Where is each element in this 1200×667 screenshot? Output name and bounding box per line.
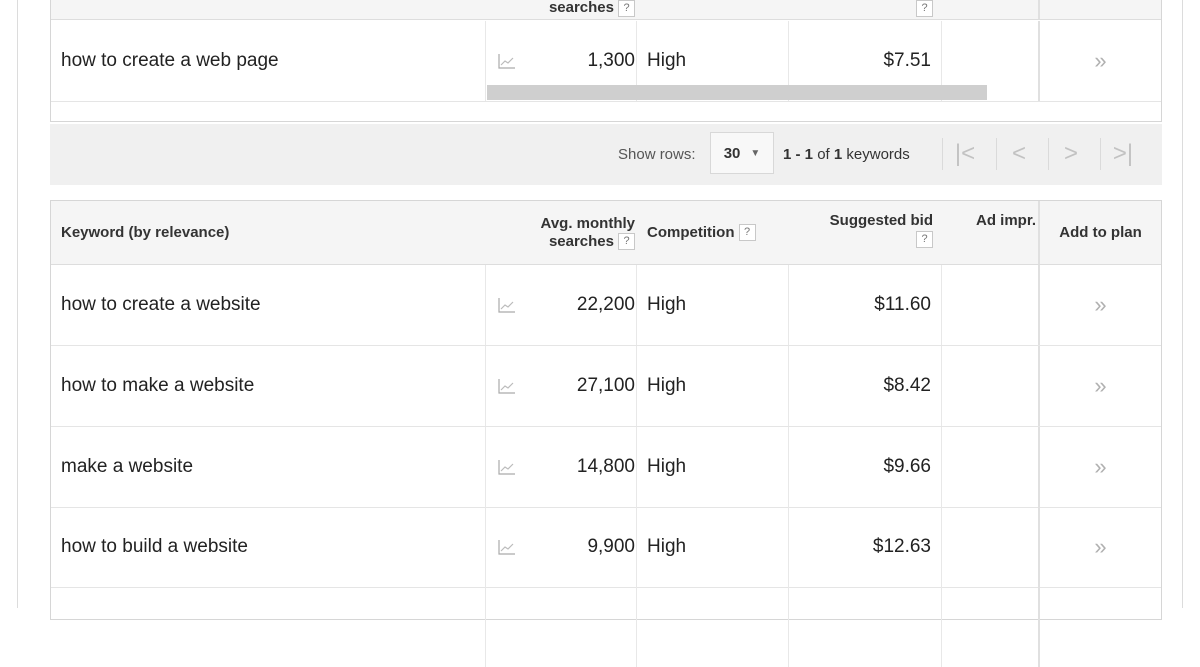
competition-cell [636,587,788,667]
top-header-volume-label: searches [548,0,614,16]
add-to-plan-button[interactable]: » [1038,346,1161,426]
top-header-bid: ? [788,0,941,19]
help-icon[interactable]: ? [618,0,635,17]
header-competition-label: Competition [647,224,735,241]
prev-page-button[interactable]: < [996,138,1041,170]
top-table-header: searches ? ? [51,0,1161,20]
keyword-cell: how to create a website [61,294,261,315]
range-suffix: keywords [846,146,910,163]
table-row[interactable]: how to build a website 9,900 High $12.63… [51,507,1161,588]
add-to-plan-button[interactable]: » [1038,427,1161,507]
help-icon[interactable]: ? [618,233,635,251]
competition-cell: High [636,507,788,587]
next-page-button[interactable]: > [1048,138,1093,170]
add-to-plan-button[interactable]: » [1038,265,1161,345]
range-total: 1 [833,146,843,163]
last-page-button[interactable]: >| [1100,138,1145,170]
chevron-left-icon: < [1011,140,1026,167]
chevron-right-icon: > [1063,140,1078,167]
keyword-cell: how to make a website [61,375,255,396]
keyword-ideas-table: Keyword (by relevance) Avg. monthly sear… [50,200,1162,667]
volume-cell: 14,800 [576,456,635,477]
header-ad-impr[interactable]: Ad impr. [941,201,1038,264]
ad-impr-cell [941,507,1038,587]
table-row[interactable]: how to create a website 22,200 High $11.… [51,265,1161,346]
table-row[interactable] [51,587,1161,667]
top-keyword-table: searches ? ? how to create a web page 1,… [50,0,1162,122]
help-icon[interactable]: ? [916,230,933,248]
chevron-down-icon: ▼ [750,147,761,159]
add-to-plan-cell [1038,587,1161,667]
bid-cell: $11.60 [788,265,941,345]
range-of: of [817,146,830,163]
keyword-cell: how to create a web page [61,50,279,71]
range-start-end: 1 - 1 [783,146,814,163]
competition-cell: High [636,427,788,507]
header-bid-label: Suggested bid [829,212,933,229]
first-page-button[interactable]: |< [942,138,987,170]
competition-cell: High [636,346,788,426]
table-header: Keyword (by relevance) Avg. monthly sear… [51,201,1161,265]
add-to-plan-button[interactable]: » [1038,507,1161,587]
volume-cell: 22,200 [576,294,635,315]
table-row[interactable]: make a website 14,800 High $9.66 » [51,427,1161,508]
bid-cell [788,587,941,667]
top-header-volume[interactable]: searches ? [485,0,635,19]
keyword-cell: make a website [61,456,194,477]
header-add-to-plan: Add to plan [1038,201,1161,264]
competition-cell: High [636,265,788,345]
ad-impr-cell [941,265,1038,345]
header-competition[interactable]: Competition ? [647,201,756,264]
keyword-cell: how to build a website [61,536,248,557]
header-suggested-bid[interactable]: Suggested bid ? [788,201,941,264]
help-icon[interactable]: ? [916,0,933,17]
first-page-icon: |< [954,140,976,167]
volume-cell: 27,100 [576,375,635,396]
rows-per-page-select[interactable]: 30 ▼ [710,132,774,174]
help-icon[interactable]: ? [738,224,756,241]
table-row[interactable]: how to make a website 27,100 High $8.42 … [51,346,1161,427]
trend-cell [485,587,637,667]
ad-impr-cell [941,427,1038,507]
volume-cell: 9,900 [587,536,635,557]
pagination-range: 1 - 1 of 1 keywords [783,124,910,185]
top-header-add-column [1038,0,1161,19]
rows-per-page-value: 30 [723,144,741,162]
horizontal-scrollbar[interactable] [487,85,987,100]
add-to-plan-button[interactable]: » [1038,21,1161,101]
header-volume[interactable]: Avg. monthly searches? [485,201,635,264]
ad-impr-cell [941,346,1038,426]
bid-cell: $9.66 [788,427,941,507]
header-volume-line1: Avg. monthly [540,214,635,232]
ad-impr-cell [941,587,1038,667]
bid-cell: $12.63 [788,507,941,587]
header-keyword[interactable]: Keyword (by relevance) [61,201,229,264]
pagination-bar: Show rows: 30 ▼ 1 - 1 of 1 keywords |< <… [50,124,1162,185]
bid-cell: $8.42 [788,346,941,426]
last-page-icon: >| [1112,140,1134,167]
header-volume-line2: searches [548,232,614,250]
show-rows-label: Show rows: [618,146,696,163]
